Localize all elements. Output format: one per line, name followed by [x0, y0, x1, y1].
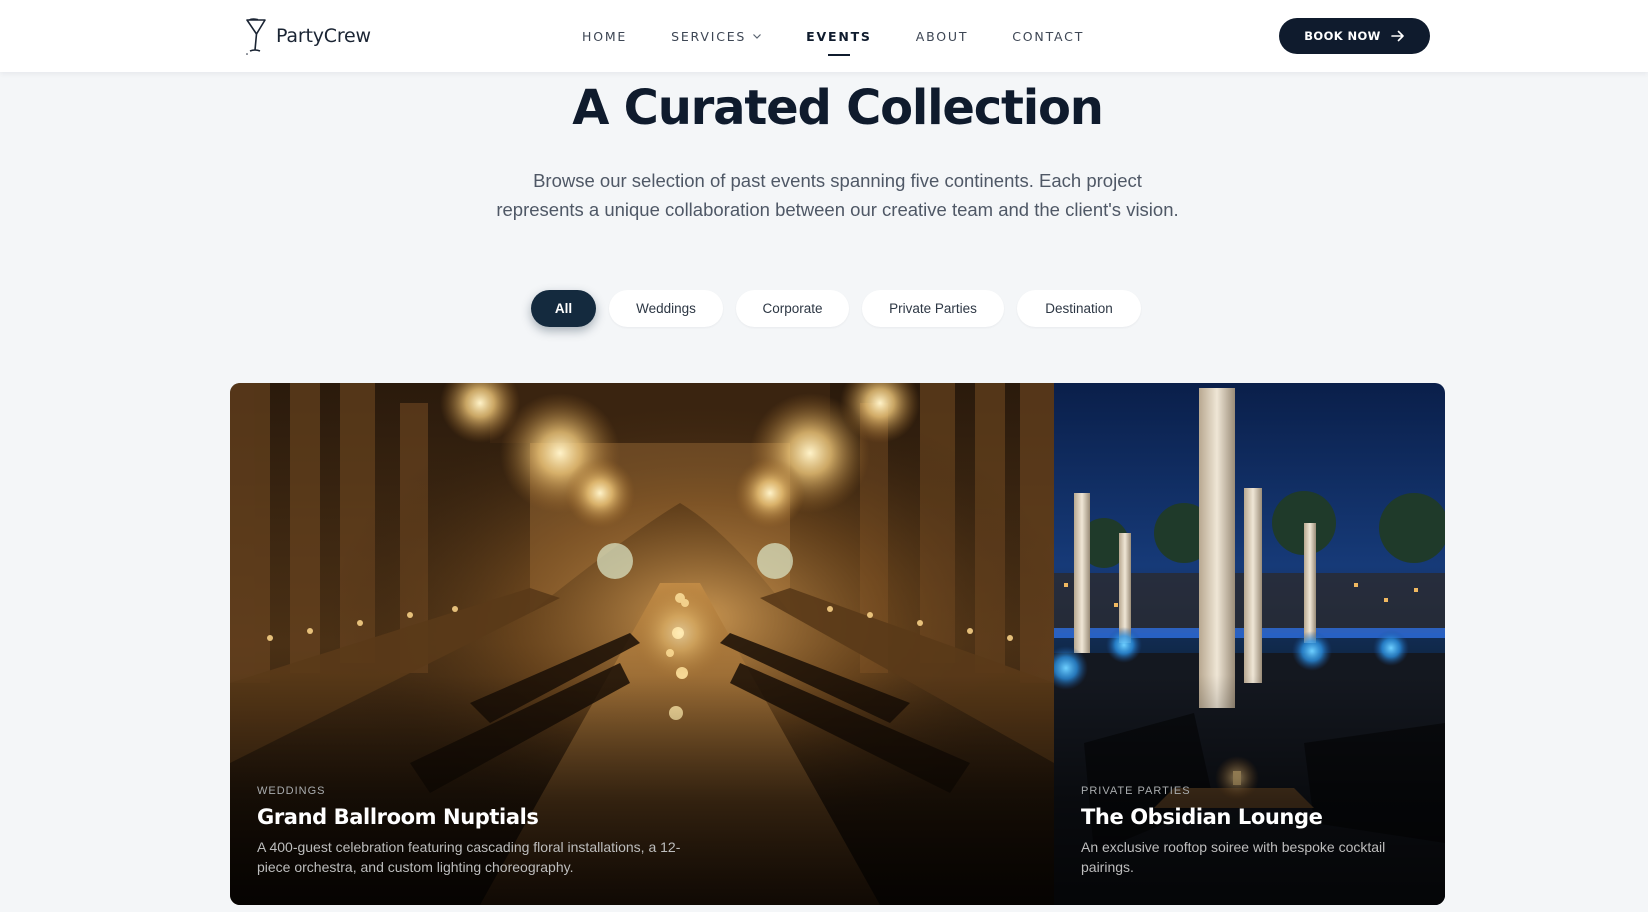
event-description: An exclusive rooftop soiree with bespoke…	[1081, 839, 1386, 875]
nav-contact-label: CONTACT	[1012, 28, 1085, 44]
filter-private-parties[interactable]: Private Parties	[862, 290, 1004, 327]
chevron-down-icon	[753, 34, 762, 39]
events-grid: WEDDINGS Grand Ballroom Nuptials A 400-g…	[230, 383, 1445, 905]
filter-weddings[interactable]: Weddings	[609, 290, 723, 327]
brand-name: PartyCrew	[276, 25, 371, 47]
nav-home[interactable]: HOME	[582, 0, 627, 72]
nav-contact[interactable]: CONTACT	[1012, 0, 1084, 72]
event-card-grand-ballroom[interactable]: WEDDINGS Grand Ballroom Nuptials A 400-g…	[230, 383, 1054, 905]
category-filters: All Weddings Corporate Private Parties D…	[531, 290, 1141, 327]
main-nav: HOME SERVICES EVENTS ABOUT CONTACT	[582, 0, 1128, 72]
book-now-button[interactable]: BOOK NOW	[1279, 18, 1430, 54]
nav-services[interactable]: SERVICES	[671, 0, 762, 72]
event-title: Grand Ballroom Nuptials	[257, 805, 539, 829]
event-category: WEDDINGS	[257, 785, 326, 797]
event-card-obsidian-lounge[interactable]: PRIVATE PARTIES The Obsidian Lounge An e…	[1054, 383, 1445, 905]
event-card-text: PRIVATE PARTIES The Obsidian Lounge An e…	[1081, 785, 1401, 877]
active-nav-indicator	[827, 54, 850, 56]
site-header: PartyCrew HOME SERVICES EVENTS ABOUT CON…	[0, 0, 1648, 72]
filter-destination[interactable]: Destination	[1017, 290, 1141, 327]
event-card-text: WEDDINGS Grand Ballroom Nuptials A 400-g…	[257, 785, 707, 877]
filter-all[interactable]: All	[531, 290, 596, 327]
nav-services-label: SERVICES	[671, 28, 747, 44]
nav-events-label: EVENTS	[806, 28, 872, 44]
page-title: A Curated Collection	[572, 80, 1104, 136]
nav-about[interactable]: ABOUT	[916, 0, 969, 72]
nav-events[interactable]: EVENTS	[806, 0, 872, 72]
arrow-right-icon	[1390, 30, 1404, 42]
event-title: The Obsidian Lounge	[1081, 805, 1323, 829]
book-now-label: BOOK NOW	[1304, 29, 1381, 43]
event-category: PRIVATE PARTIES	[1081, 785, 1191, 797]
page-subtitle: Browse our selection of past events span…	[496, 170, 1179, 220]
nav-about-label: ABOUT	[915, 28, 969, 44]
filter-corporate[interactable]: Corporate	[736, 290, 849, 327]
nav-home-label: HOME	[582, 28, 628, 44]
event-description: A 400-guest celebration featuring cascad…	[257, 839, 681, 875]
cocktail-glass-icon	[246, 18, 266, 55]
brand-logo[interactable]: PartyCrew	[244, 16, 371, 56]
